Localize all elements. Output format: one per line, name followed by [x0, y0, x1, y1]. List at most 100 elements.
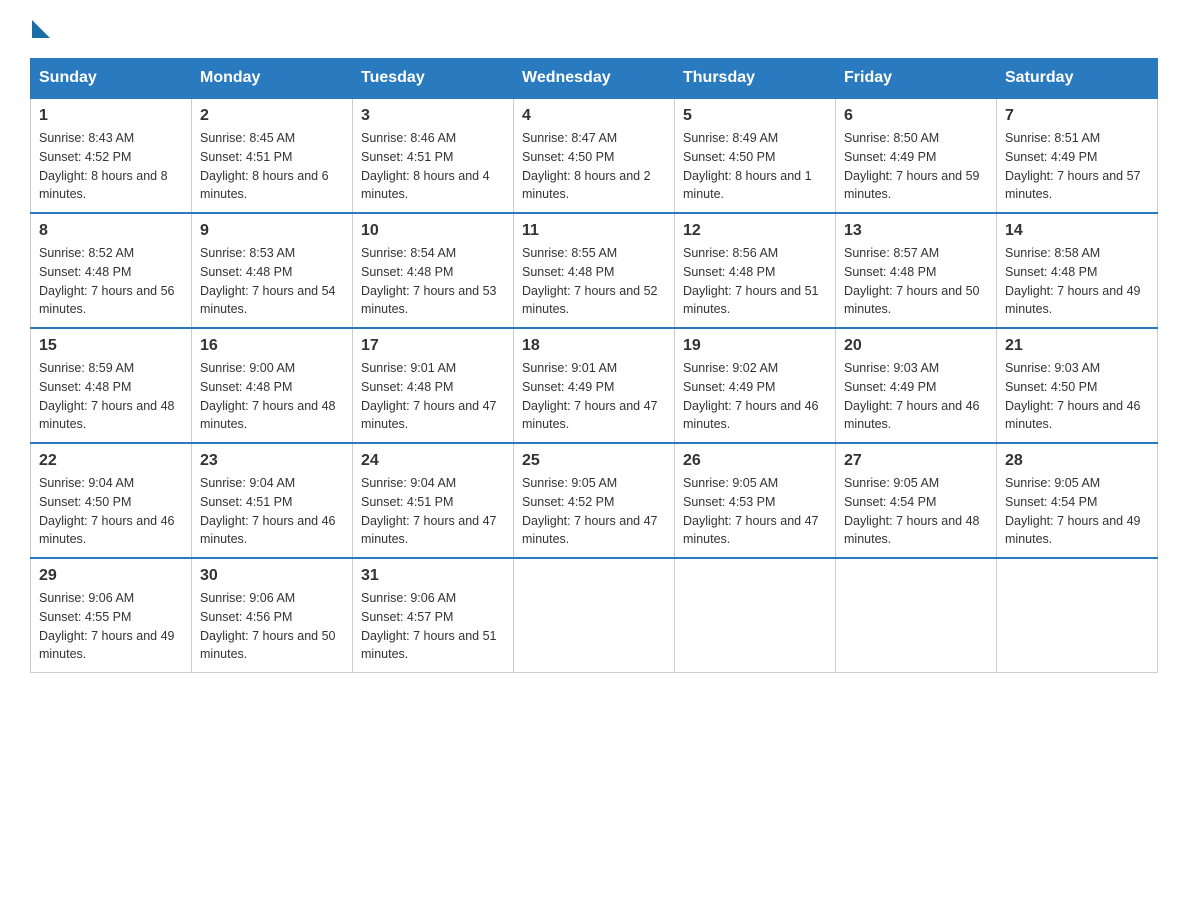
day-info: Sunrise: 9:03 AM Sunset: 4:50 PM Dayligh… — [1005, 359, 1149, 434]
calendar-cell: 12 Sunrise: 8:56 AM Sunset: 4:48 PM Dayl… — [675, 213, 836, 328]
calendar-cell: 23 Sunrise: 9:04 AM Sunset: 4:51 PM Dayl… — [192, 443, 353, 558]
calendar-cell — [675, 558, 836, 673]
calendar-cell: 29 Sunrise: 9:06 AM Sunset: 4:55 PM Dayl… — [31, 558, 192, 673]
page-header — [30, 20, 1158, 38]
day-info: Sunrise: 9:04 AM Sunset: 4:51 PM Dayligh… — [200, 474, 344, 549]
header-wednesday: Wednesday — [514, 59, 675, 99]
calendar-cell: 11 Sunrise: 8:55 AM Sunset: 4:48 PM Dayl… — [514, 213, 675, 328]
logo-arrow-icon — [32, 20, 50, 38]
day-number: 29 — [39, 567, 183, 585]
day-number: 5 — [683, 107, 827, 125]
calendar-cell: 2 Sunrise: 8:45 AM Sunset: 4:51 PM Dayli… — [192, 98, 353, 213]
day-number: 17 — [361, 337, 505, 355]
day-info: Sunrise: 9:06 AM Sunset: 4:56 PM Dayligh… — [200, 589, 344, 664]
day-info: Sunrise: 9:04 AM Sunset: 4:50 PM Dayligh… — [39, 474, 183, 549]
day-info: Sunrise: 8:50 AM Sunset: 4:49 PM Dayligh… — [844, 129, 988, 204]
calendar-week-3: 15 Sunrise: 8:59 AM Sunset: 4:48 PM Dayl… — [31, 328, 1158, 443]
calendar-week-1: 1 Sunrise: 8:43 AM Sunset: 4:52 PM Dayli… — [31, 98, 1158, 213]
day-number: 1 — [39, 107, 183, 125]
calendar-cell: 4 Sunrise: 8:47 AM Sunset: 4:50 PM Dayli… — [514, 98, 675, 213]
day-info: Sunrise: 8:47 AM Sunset: 4:50 PM Dayligh… — [522, 129, 666, 204]
day-info: Sunrise: 8:55 AM Sunset: 4:48 PM Dayligh… — [522, 244, 666, 319]
day-number: 18 — [522, 337, 666, 355]
day-info: Sunrise: 8:51 AM Sunset: 4:49 PM Dayligh… — [1005, 129, 1149, 204]
calendar-cell: 26 Sunrise: 9:05 AM Sunset: 4:53 PM Dayl… — [675, 443, 836, 558]
day-info: Sunrise: 8:52 AM Sunset: 4:48 PM Dayligh… — [39, 244, 183, 319]
day-info: Sunrise: 8:45 AM Sunset: 4:51 PM Dayligh… — [200, 129, 344, 204]
day-number: 31 — [361, 567, 505, 585]
day-number: 3 — [361, 107, 505, 125]
calendar-cell: 17 Sunrise: 9:01 AM Sunset: 4:48 PM Dayl… — [353, 328, 514, 443]
calendar-cell: 21 Sunrise: 9:03 AM Sunset: 4:50 PM Dayl… — [997, 328, 1158, 443]
header-friday: Friday — [836, 59, 997, 99]
day-number: 10 — [361, 222, 505, 240]
calendar-cell: 25 Sunrise: 9:05 AM Sunset: 4:52 PM Dayl… — [514, 443, 675, 558]
day-number: 12 — [683, 222, 827, 240]
calendar-week-2: 8 Sunrise: 8:52 AM Sunset: 4:48 PM Dayli… — [31, 213, 1158, 328]
day-number: 30 — [200, 567, 344, 585]
day-info: Sunrise: 9:05 AM Sunset: 4:54 PM Dayligh… — [1005, 474, 1149, 549]
day-info: Sunrise: 9:00 AM Sunset: 4:48 PM Dayligh… — [200, 359, 344, 434]
day-number: 24 — [361, 452, 505, 470]
day-info: Sunrise: 9:02 AM Sunset: 4:49 PM Dayligh… — [683, 359, 827, 434]
calendar-cell: 24 Sunrise: 9:04 AM Sunset: 4:51 PM Dayl… — [353, 443, 514, 558]
calendar-cell: 14 Sunrise: 8:58 AM Sunset: 4:48 PM Dayl… — [997, 213, 1158, 328]
day-number: 15 — [39, 337, 183, 355]
day-number: 14 — [1005, 222, 1149, 240]
calendar-cell: 13 Sunrise: 8:57 AM Sunset: 4:48 PM Dayl… — [836, 213, 997, 328]
header-thursday: Thursday — [675, 59, 836, 99]
day-number: 26 — [683, 452, 827, 470]
day-number: 16 — [200, 337, 344, 355]
calendar-table: Sunday Monday Tuesday Wednesday Thursday… — [30, 58, 1158, 673]
day-number: 6 — [844, 107, 988, 125]
day-info: Sunrise: 9:04 AM Sunset: 4:51 PM Dayligh… — [361, 474, 505, 549]
calendar-cell: 31 Sunrise: 9:06 AM Sunset: 4:57 PM Dayl… — [353, 558, 514, 673]
day-info: Sunrise: 8:53 AM Sunset: 4:48 PM Dayligh… — [200, 244, 344, 319]
day-info: Sunrise: 9:05 AM Sunset: 4:53 PM Dayligh… — [683, 474, 827, 549]
day-info: Sunrise: 8:54 AM Sunset: 4:48 PM Dayligh… — [361, 244, 505, 319]
logo — [30, 20, 52, 38]
day-info: Sunrise: 8:43 AM Sunset: 4:52 PM Dayligh… — [39, 129, 183, 204]
day-number: 28 — [1005, 452, 1149, 470]
header-sunday: Sunday — [31, 59, 192, 99]
day-info: Sunrise: 8:49 AM Sunset: 4:50 PM Dayligh… — [683, 129, 827, 204]
day-info: Sunrise: 8:59 AM Sunset: 4:48 PM Dayligh… — [39, 359, 183, 434]
day-info: Sunrise: 9:05 AM Sunset: 4:52 PM Dayligh… — [522, 474, 666, 549]
calendar-cell: 5 Sunrise: 8:49 AM Sunset: 4:50 PM Dayli… — [675, 98, 836, 213]
calendar-cell — [514, 558, 675, 673]
calendar-cell: 8 Sunrise: 8:52 AM Sunset: 4:48 PM Dayli… — [31, 213, 192, 328]
calendar-cell: 9 Sunrise: 8:53 AM Sunset: 4:48 PM Dayli… — [192, 213, 353, 328]
calendar-cell: 1 Sunrise: 8:43 AM Sunset: 4:52 PM Dayli… — [31, 98, 192, 213]
calendar-cell: 3 Sunrise: 8:46 AM Sunset: 4:51 PM Dayli… — [353, 98, 514, 213]
day-info: Sunrise: 9:01 AM Sunset: 4:48 PM Dayligh… — [361, 359, 505, 434]
day-info: Sunrise: 9:03 AM Sunset: 4:49 PM Dayligh… — [844, 359, 988, 434]
calendar-cell: 6 Sunrise: 8:50 AM Sunset: 4:49 PM Dayli… — [836, 98, 997, 213]
day-number: 19 — [683, 337, 827, 355]
calendar-cell: 18 Sunrise: 9:01 AM Sunset: 4:49 PM Dayl… — [514, 328, 675, 443]
calendar-week-4: 22 Sunrise: 9:04 AM Sunset: 4:50 PM Dayl… — [31, 443, 1158, 558]
calendar-cell: 27 Sunrise: 9:05 AM Sunset: 4:54 PM Dayl… — [836, 443, 997, 558]
header-saturday: Saturday — [997, 59, 1158, 99]
day-info: Sunrise: 8:58 AM Sunset: 4:48 PM Dayligh… — [1005, 244, 1149, 319]
day-number: 27 — [844, 452, 988, 470]
calendar-cell: 7 Sunrise: 8:51 AM Sunset: 4:49 PM Dayli… — [997, 98, 1158, 213]
day-info: Sunrise: 9:06 AM Sunset: 4:55 PM Dayligh… — [39, 589, 183, 664]
calendar-body: 1 Sunrise: 8:43 AM Sunset: 4:52 PM Dayli… — [31, 98, 1158, 673]
calendar-cell: 22 Sunrise: 9:04 AM Sunset: 4:50 PM Dayl… — [31, 443, 192, 558]
calendar-cell — [836, 558, 997, 673]
day-number: 2 — [200, 107, 344, 125]
calendar-cell: 30 Sunrise: 9:06 AM Sunset: 4:56 PM Dayl… — [192, 558, 353, 673]
calendar-cell: 16 Sunrise: 9:00 AM Sunset: 4:48 PM Dayl… — [192, 328, 353, 443]
calendar-cell: 28 Sunrise: 9:05 AM Sunset: 4:54 PM Dayl… — [997, 443, 1158, 558]
day-number: 11 — [522, 222, 666, 240]
day-info: Sunrise: 8:57 AM Sunset: 4:48 PM Dayligh… — [844, 244, 988, 319]
day-number: 25 — [522, 452, 666, 470]
calendar-cell — [997, 558, 1158, 673]
calendar-cell: 20 Sunrise: 9:03 AM Sunset: 4:49 PM Dayl… — [836, 328, 997, 443]
day-number: 8 — [39, 222, 183, 240]
day-number: 20 — [844, 337, 988, 355]
header-row: Sunday Monday Tuesday Wednesday Thursday… — [31, 59, 1158, 99]
calendar-cell: 10 Sunrise: 8:54 AM Sunset: 4:48 PM Dayl… — [353, 213, 514, 328]
day-number: 9 — [200, 222, 344, 240]
day-info: Sunrise: 9:01 AM Sunset: 4:49 PM Dayligh… — [522, 359, 666, 434]
